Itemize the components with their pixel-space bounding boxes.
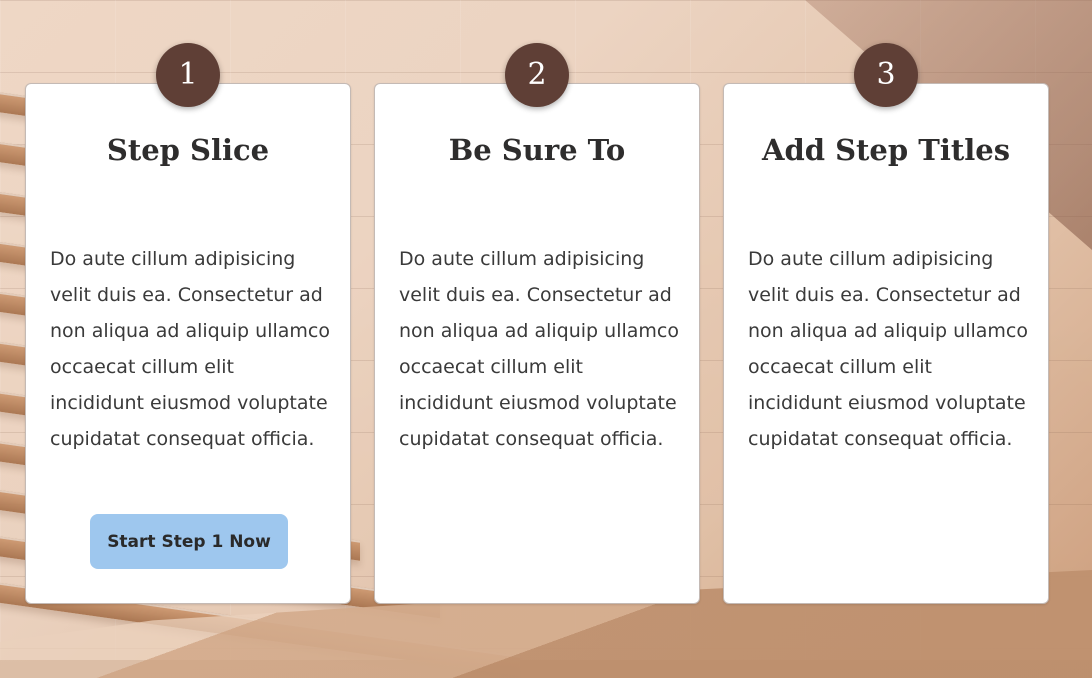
start-step-1-button[interactable]: Start Step 1 Now xyxy=(90,514,288,569)
step-card-1: 1 Step Slice Do aute cillum adipisicing … xyxy=(25,43,351,604)
step-description: Do aute cillum adipisicing velit duis ea… xyxy=(748,248,1028,450)
step-card-2: 2 Be Sure To Do aute cillum adipisicing … xyxy=(374,43,700,604)
step-description: Do aute cillum adipisicing velit duis ea… xyxy=(50,248,330,450)
step-title: Add Step Titles xyxy=(761,133,1011,167)
step-title: Be Sure To xyxy=(448,133,626,167)
step-number-badge: 3 xyxy=(854,43,918,107)
steps-section: 1 Step Slice Do aute cillum adipisicing … xyxy=(25,42,1050,604)
step-number-badge: 1 xyxy=(156,43,220,107)
step-number-badge: 2 xyxy=(505,43,569,107)
step-title: Step Slice xyxy=(106,133,270,167)
step-card-3: 3 Add Step Titles Do aute cillum adipisi… xyxy=(723,43,1049,604)
step-description: Do aute cillum adipisicing velit duis ea… xyxy=(399,248,679,450)
